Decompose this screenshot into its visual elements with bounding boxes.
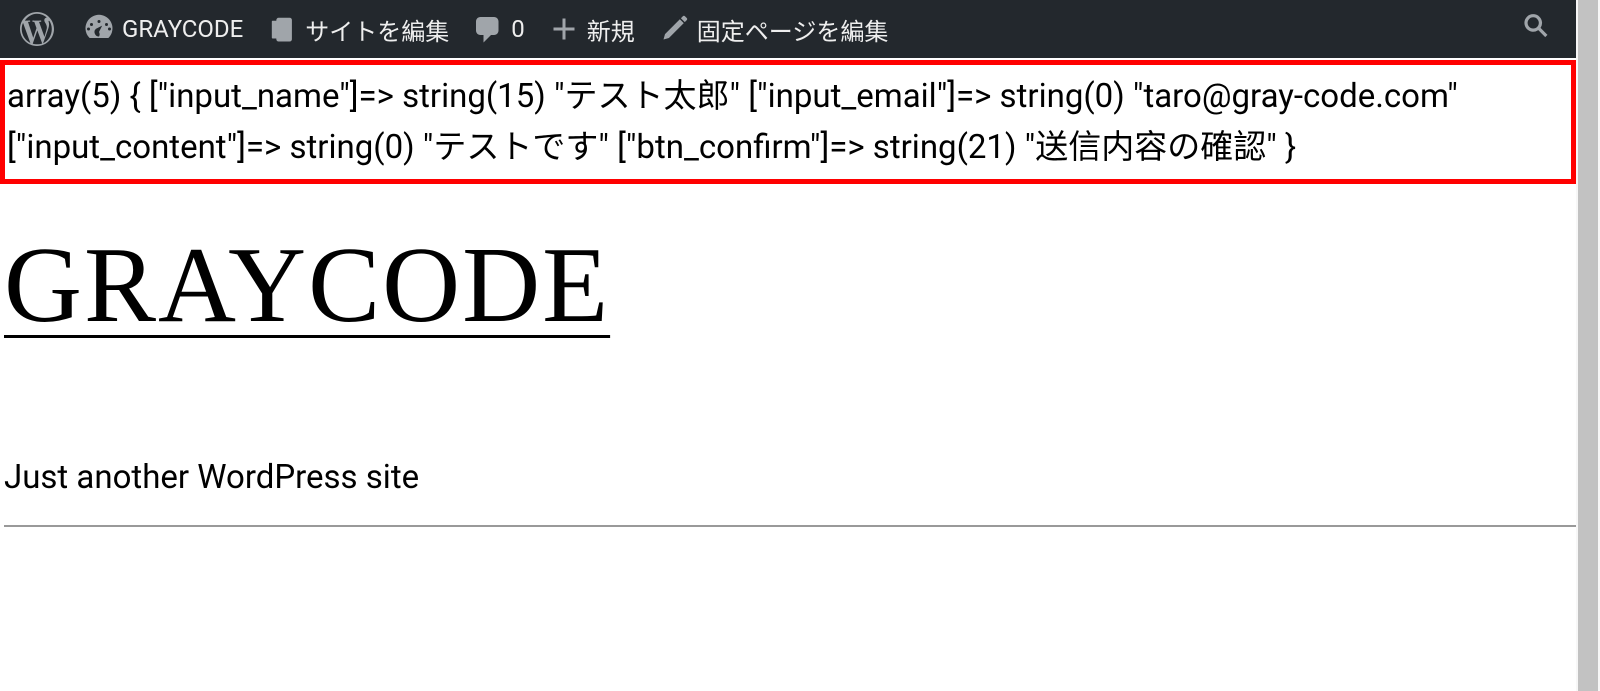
vertical-scrollbar[interactable] (1576, 0, 1600, 691)
new-content-label: 新規 (587, 12, 635, 47)
pin-icon (267, 14, 297, 44)
site-name-menu[interactable]: GRAYCODE (72, 0, 255, 58)
search-icon (1520, 10, 1552, 48)
site-header: GRAYCODE (0, 184, 1576, 348)
comments-count: 0 (511, 15, 525, 43)
wp-logo-menu[interactable] (10, 0, 72, 58)
plus-icon (549, 14, 579, 44)
comments-menu[interactable]: 0 (461, 0, 537, 58)
dashboard-icon (84, 14, 114, 44)
php-var-dump-output: array(5) { ["input_name"]=> string(15) "… (0, 60, 1576, 184)
site-name-label: GRAYCODE (122, 15, 243, 43)
search-menu[interactable] (1506, 0, 1566, 58)
edit-icon (659, 14, 689, 44)
site-tagline: Just another WordPress site (0, 348, 1576, 497)
edit-page-menu[interactable]: 固定ページを編集 (647, 0, 901, 58)
edit-site-label: サイトを編集 (305, 12, 449, 47)
edit-page-label: 固定ページを編集 (697, 12, 889, 47)
scrollbar-thumb[interactable] (1578, 0, 1598, 691)
wordpress-icon (20, 12, 54, 46)
edit-site-menu[interactable]: サイトを編集 (255, 0, 461, 58)
divider (4, 525, 1576, 527)
new-content-menu[interactable]: 新規 (537, 0, 647, 58)
wp-admin-bar: GRAYCODE サイトを編集 0 新規 固定ページを編集 (0, 0, 1576, 58)
site-title-link[interactable]: GRAYCODE (4, 224, 610, 348)
comment-icon (473, 14, 503, 44)
